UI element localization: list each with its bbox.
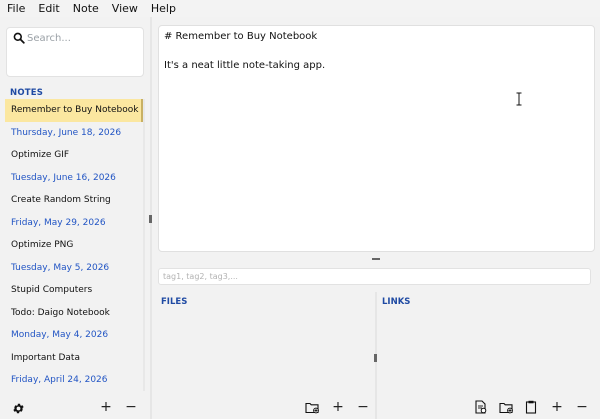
search-icon [13,32,25,44]
search-box[interactable] [6,27,144,77]
notes-list: Remember to Buy Notebook Thursday, June … [5,99,143,391]
note-item[interactable]: Optimize GIF [5,144,143,167]
note-link-icon[interactable] [472,399,488,415]
menu-view[interactable]: View [105,2,144,15]
note-item-selected[interactable]: Remember to Buy Notebook [5,99,143,122]
note-date-item[interactable]: Monday, May 4, 2026 [5,324,143,347]
links-panel: LINKS [377,292,600,397]
menu-file[interactable]: File [0,2,31,15]
remove-link-button[interactable]: − [574,399,590,415]
links-heading: LINKS [382,297,411,307]
add-file-button[interactable]: + [330,399,346,415]
note-item[interactable]: Create Random String [5,189,143,212]
tags-input[interactable] [158,268,591,285]
note-date-item[interactable]: Thursday, June 18, 2026 [5,122,143,145]
bottom-toolbar: + − + − [152,397,600,419]
remove-file-button[interactable]: − [355,399,371,415]
folder-icon[interactable] [304,399,320,415]
editor-line: # Remember to Buy Notebook [164,31,318,42]
editor-line: It's a neat little note-taking app. [164,60,326,71]
menu-help[interactable]: Help [144,2,182,15]
sidebar: NOTES Remember to Buy Notebook Thursday,… [0,17,150,419]
sidebar-splitter-grip[interactable] [149,215,152,223]
notes-heading: NOTES [10,88,44,98]
editor-splitter-grip[interactable] [372,258,380,260]
add-link-button[interactable]: + [549,399,565,415]
menu-edit[interactable]: Edit [31,2,65,15]
files-panel: FILES [152,292,374,397]
menu-note[interactable]: Note [66,2,105,15]
note-item[interactable]: Todo: Daigo Notebook [5,302,143,325]
folder-icon[interactable] [498,399,514,415]
note-date-item[interactable]: Friday, May 29, 2026 [5,212,143,235]
note-date-item[interactable]: Friday, April 24, 2026 [5,369,143,391]
remove-note-button[interactable]: − [123,399,139,415]
note-date-item[interactable]: Tuesday, June 16, 2026 [5,167,143,190]
note-editor[interactable]: # Remember to Buy Notebook It's a neat l… [158,25,595,252]
menu-bar: File Edit Note View Help [0,0,600,17]
clipboard-icon[interactable] [523,399,539,415]
note-item[interactable]: Optimize PNG [5,234,143,257]
note-date-item[interactable]: Tuesday, May 5, 2026 [5,257,143,280]
text-cursor-icon [515,92,523,106]
gear-icon[interactable] [10,400,26,416]
sidebar-footer: + − [0,397,150,419]
notes-scrollbar[interactable] [143,99,145,391]
note-item[interactable]: Stupid Computers [5,279,143,302]
add-note-button[interactable]: + [98,399,114,415]
files-heading: FILES [161,297,188,307]
search-input[interactable] [27,30,137,46]
note-item[interactable]: Important Data [5,347,143,370]
